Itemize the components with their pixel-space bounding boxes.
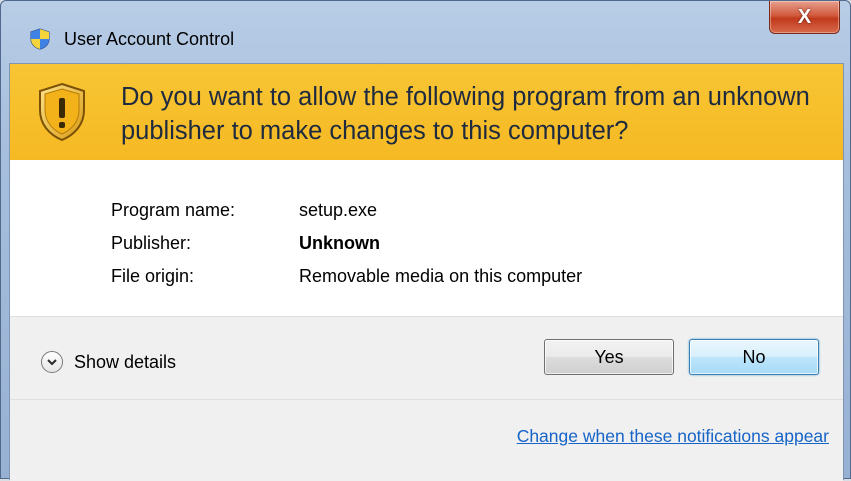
uac-dialog-window: User Account Control X Do you want to al…: [0, 0, 851, 481]
close-icon: X: [797, 5, 812, 28]
show-details-label[interactable]: Show details: [74, 352, 176, 373]
title-bar[interactable]: User Account Control X: [1, 1, 850, 50]
warning-banner: Do you want to allow the following progr…: [10, 64, 843, 160]
shield-icon: [30, 28, 50, 50]
program-name-value: setup.exe: [299, 200, 378, 220]
file-origin-value: Removable media on this computer: [299, 266, 583, 286]
publisher-value: Unknown: [299, 233, 380, 253]
program-name-label: Program name:: [111, 200, 236, 220]
show-details-toggle[interactable]: Show details: [41, 347, 176, 377]
window-title: User Account Control: [64, 29, 235, 49]
no-button[interactable]: No: [689, 339, 819, 375]
dialog-body: Do you want to allow the following progr…: [9, 63, 844, 481]
chevron-down-icon[interactable]: [41, 351, 63, 373]
warning-shield-icon: [39, 82, 85, 142]
file-origin-label: File origin:: [111, 266, 195, 286]
notification-settings-link[interactable]: Change when these notifications appear: [517, 426, 829, 447]
uac-prompt-question: Do you want to allow the following progr…: [121, 83, 810, 145]
yes-button[interactable]: Yes: [544, 339, 674, 375]
publisher-label: Publisher:: [111, 233, 192, 253]
close-button[interactable]: X: [769, 1, 840, 34]
program-info: Program name: setup.exe Publisher: Unkno…: [10, 160, 843, 316]
footer-divider: [10, 399, 843, 400]
dialog-footer: Show details Yes No Change when these no…: [10, 316, 843, 481]
